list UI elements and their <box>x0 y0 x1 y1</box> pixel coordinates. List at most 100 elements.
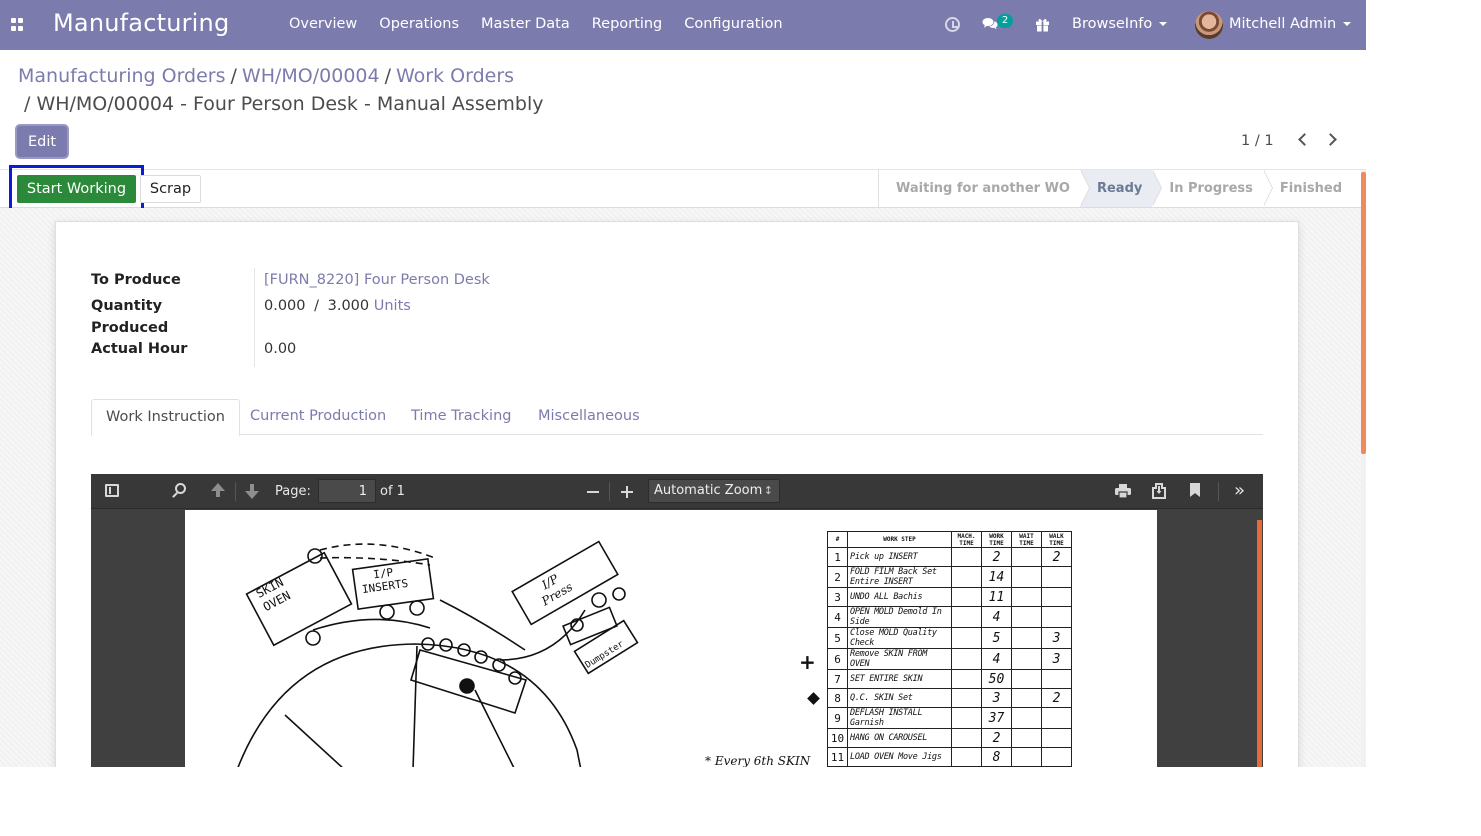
gift-icon[interactable] <box>1035 17 1050 32</box>
work-time: 2 <box>981 547 1012 567</box>
print-icon[interactable] <box>1115 484 1131 498</box>
page-count: of 1 <box>380 484 405 499</box>
step-number: 3 <box>827 587 848 607</box>
wait-time <box>1011 728 1042 748</box>
start-working-button[interactable]: Start Working <box>17 175 136 203</box>
user-menu[interactable]: Mitchell Admin <box>1229 16 1352 32</box>
work-time: 8 <box>981 747 1012 767</box>
table-header: MACH. TIME <box>951 531 982 548</box>
machine-time <box>951 566 982 588</box>
tab-time-tracking[interactable]: Time Tracking <box>397 399 525 435</box>
step-description: Pick up INSERT <box>847 547 952 567</box>
user-name: Mitchell Admin <box>1229 16 1337 32</box>
walk-time <box>1041 707 1072 729</box>
scrap-button[interactable]: Scrap <box>140 175 201 203</box>
pager-previous-icon[interactable] <box>1298 133 1311 146</box>
machine-time <box>951 669 982 689</box>
menu-overview[interactable]: Overview <box>289 16 357 32</box>
step-description: UNDO ALL Bachis <box>847 587 952 607</box>
stage-finished[interactable]: Finished <box>1263 170 1352 207</box>
step-number: 4 <box>827 606 848 628</box>
table-row: 8 Q.C. SKIN Set 3 2 <box>827 688 1072 708</box>
breadcrumb-manufacturing-orders[interactable]: Manufacturing Orders <box>18 65 226 87</box>
step-number: 2 <box>827 566 848 588</box>
top-navbar: Manufacturing Overview Operations Master… <box>0 0 1366 50</box>
stage-ready[interactable]: Ready <box>1079 170 1163 207</box>
app-title[interactable]: Manufacturing <box>53 9 229 37</box>
tools-icon[interactable]: » <box>1234 482 1245 500</box>
wait-time <box>1011 566 1042 588</box>
menu-configuration[interactable]: Configuration <box>684 16 782 32</box>
chevron-down-icon <box>1343 22 1352 26</box>
wait-time <box>1011 669 1042 689</box>
pager-next-icon[interactable] <box>1324 133 1337 146</box>
pager-value[interactable]: 1 / 1 <box>1241 133 1274 149</box>
pdf-scrollbar[interactable] <box>1257 520 1262 767</box>
search-icon[interactable] <box>175 483 186 494</box>
stage-in-progress[interactable]: In Progress <box>1152 170 1273 207</box>
work-time: 37 <box>981 707 1012 729</box>
breadcrumb-work-orders[interactable]: Work Orders <box>396 65 514 87</box>
tab-work-instruction[interactable]: Work Instruction <box>91 399 240 436</box>
work-time: 2 <box>981 728 1012 748</box>
menu-master-data[interactable]: Master Data <box>481 16 570 32</box>
uom-link[interactable]: Units <box>374 298 411 314</box>
breadcrumb: Manufacturing Orders / WH/MO/00004/Work Or… <box>18 64 514 89</box>
edit-button[interactable]: Edit <box>17 126 67 157</box>
stage-waiting[interactable]: Waiting for another WO <box>879 170 1090 207</box>
table-row: 4 OPEN MOLD Demold In Side 4 <box>827 606 1072 628</box>
step-description: FOLD FILM Back Set Entire INSERT <box>847 566 952 588</box>
label-produced: Produced <box>91 320 169 336</box>
table-row: 3 UNDO ALL Bachis 11 <box>827 587 1072 607</box>
sidebar-toggle-icon[interactable] <box>105 484 119 497</box>
toolbar-divider <box>1218 482 1219 501</box>
field-actual-hour: 0.00 <box>264 341 297 357</box>
app-window: Manufacturing Overview Operations Master… <box>0 0 1366 767</box>
plus-mark: + <box>799 650 816 674</box>
walk-time <box>1041 606 1072 628</box>
table-row: 1 Pick up INSERT 2 2 <box>827 547 1072 567</box>
machine-time <box>951 648 982 670</box>
page-number-input[interactable] <box>318 479 376 503</box>
machine-time <box>951 707 982 729</box>
qty-done: 0.000 <box>264 298 306 314</box>
stage-pipeline: Waiting for another WO Ready In Progress… <box>878 170 1352 207</box>
breadcrumb-separator: / <box>230 65 237 87</box>
messages-icon[interactable] <box>982 17 998 30</box>
next-page-icon[interactable] <box>245 484 259 499</box>
tab-current-production[interactable]: Current Production <box>236 399 400 435</box>
wait-time <box>1011 606 1042 628</box>
tab-miscellaneous[interactable]: Miscellaneous <box>524 399 654 435</box>
activity-clock-icon[interactable] <box>945 17 960 32</box>
zoom-out-icon[interactable] <box>587 491 599 493</box>
download-icon[interactable] <box>1152 483 1166 499</box>
work-step-table: # WORK STEP MACH. TIME WORK TIME WAIT TI… <box>827 531 1072 767</box>
table-header: WORK TIME <box>981 531 1012 548</box>
apps-menu-icon[interactable] <box>11 18 24 31</box>
bookmark-icon[interactable] <box>1190 483 1200 497</box>
table-row: 6 Remove SKIN FROM OVEN 4 3 <box>827 648 1072 670</box>
step-description: LOAD OVEN Move Jigs <box>847 747 952 767</box>
wait-time <box>1011 688 1042 708</box>
zoom-in-icon[interactable] <box>621 486 633 498</box>
user-avatar[interactable] <box>1195 11 1223 39</box>
company-switcher[interactable]: BrowseInfo <box>1072 16 1168 32</box>
menu-reporting[interactable]: Reporting <box>592 16 663 32</box>
previous-page-icon[interactable] <box>211 483 225 497</box>
step-description: Close MOLD Quality Check <box>847 627 952 649</box>
step-description: Remove SKIN FROM OVEN <box>847 648 952 670</box>
toolbar-divider <box>609 482 610 501</box>
walk-time <box>1041 669 1072 689</box>
menu-operations[interactable]: Operations <box>379 16 459 32</box>
machine-time <box>951 547 982 567</box>
form-tabs: Work Instruction Current Production Time… <box>91 399 1263 436</box>
product-link[interactable]: [FURN_8220] Four Person Desk <box>264 272 490 288</box>
breadcrumb-mo[interactable]: WH/MO/00004 <box>242 65 380 87</box>
step-number: 9 <box>827 707 848 729</box>
table-row: 2 FOLD FILM Back Set Entire INSERT 14 <box>827 566 1072 588</box>
page-scrollbar[interactable] <box>1361 172 1366 454</box>
chevron-down-icon <box>1159 22 1168 26</box>
workstation-diagram <box>237 540 639 767</box>
zoom-select[interactable]: Automatic Zoom <box>648 479 780 503</box>
work-time: 4 <box>981 606 1012 628</box>
